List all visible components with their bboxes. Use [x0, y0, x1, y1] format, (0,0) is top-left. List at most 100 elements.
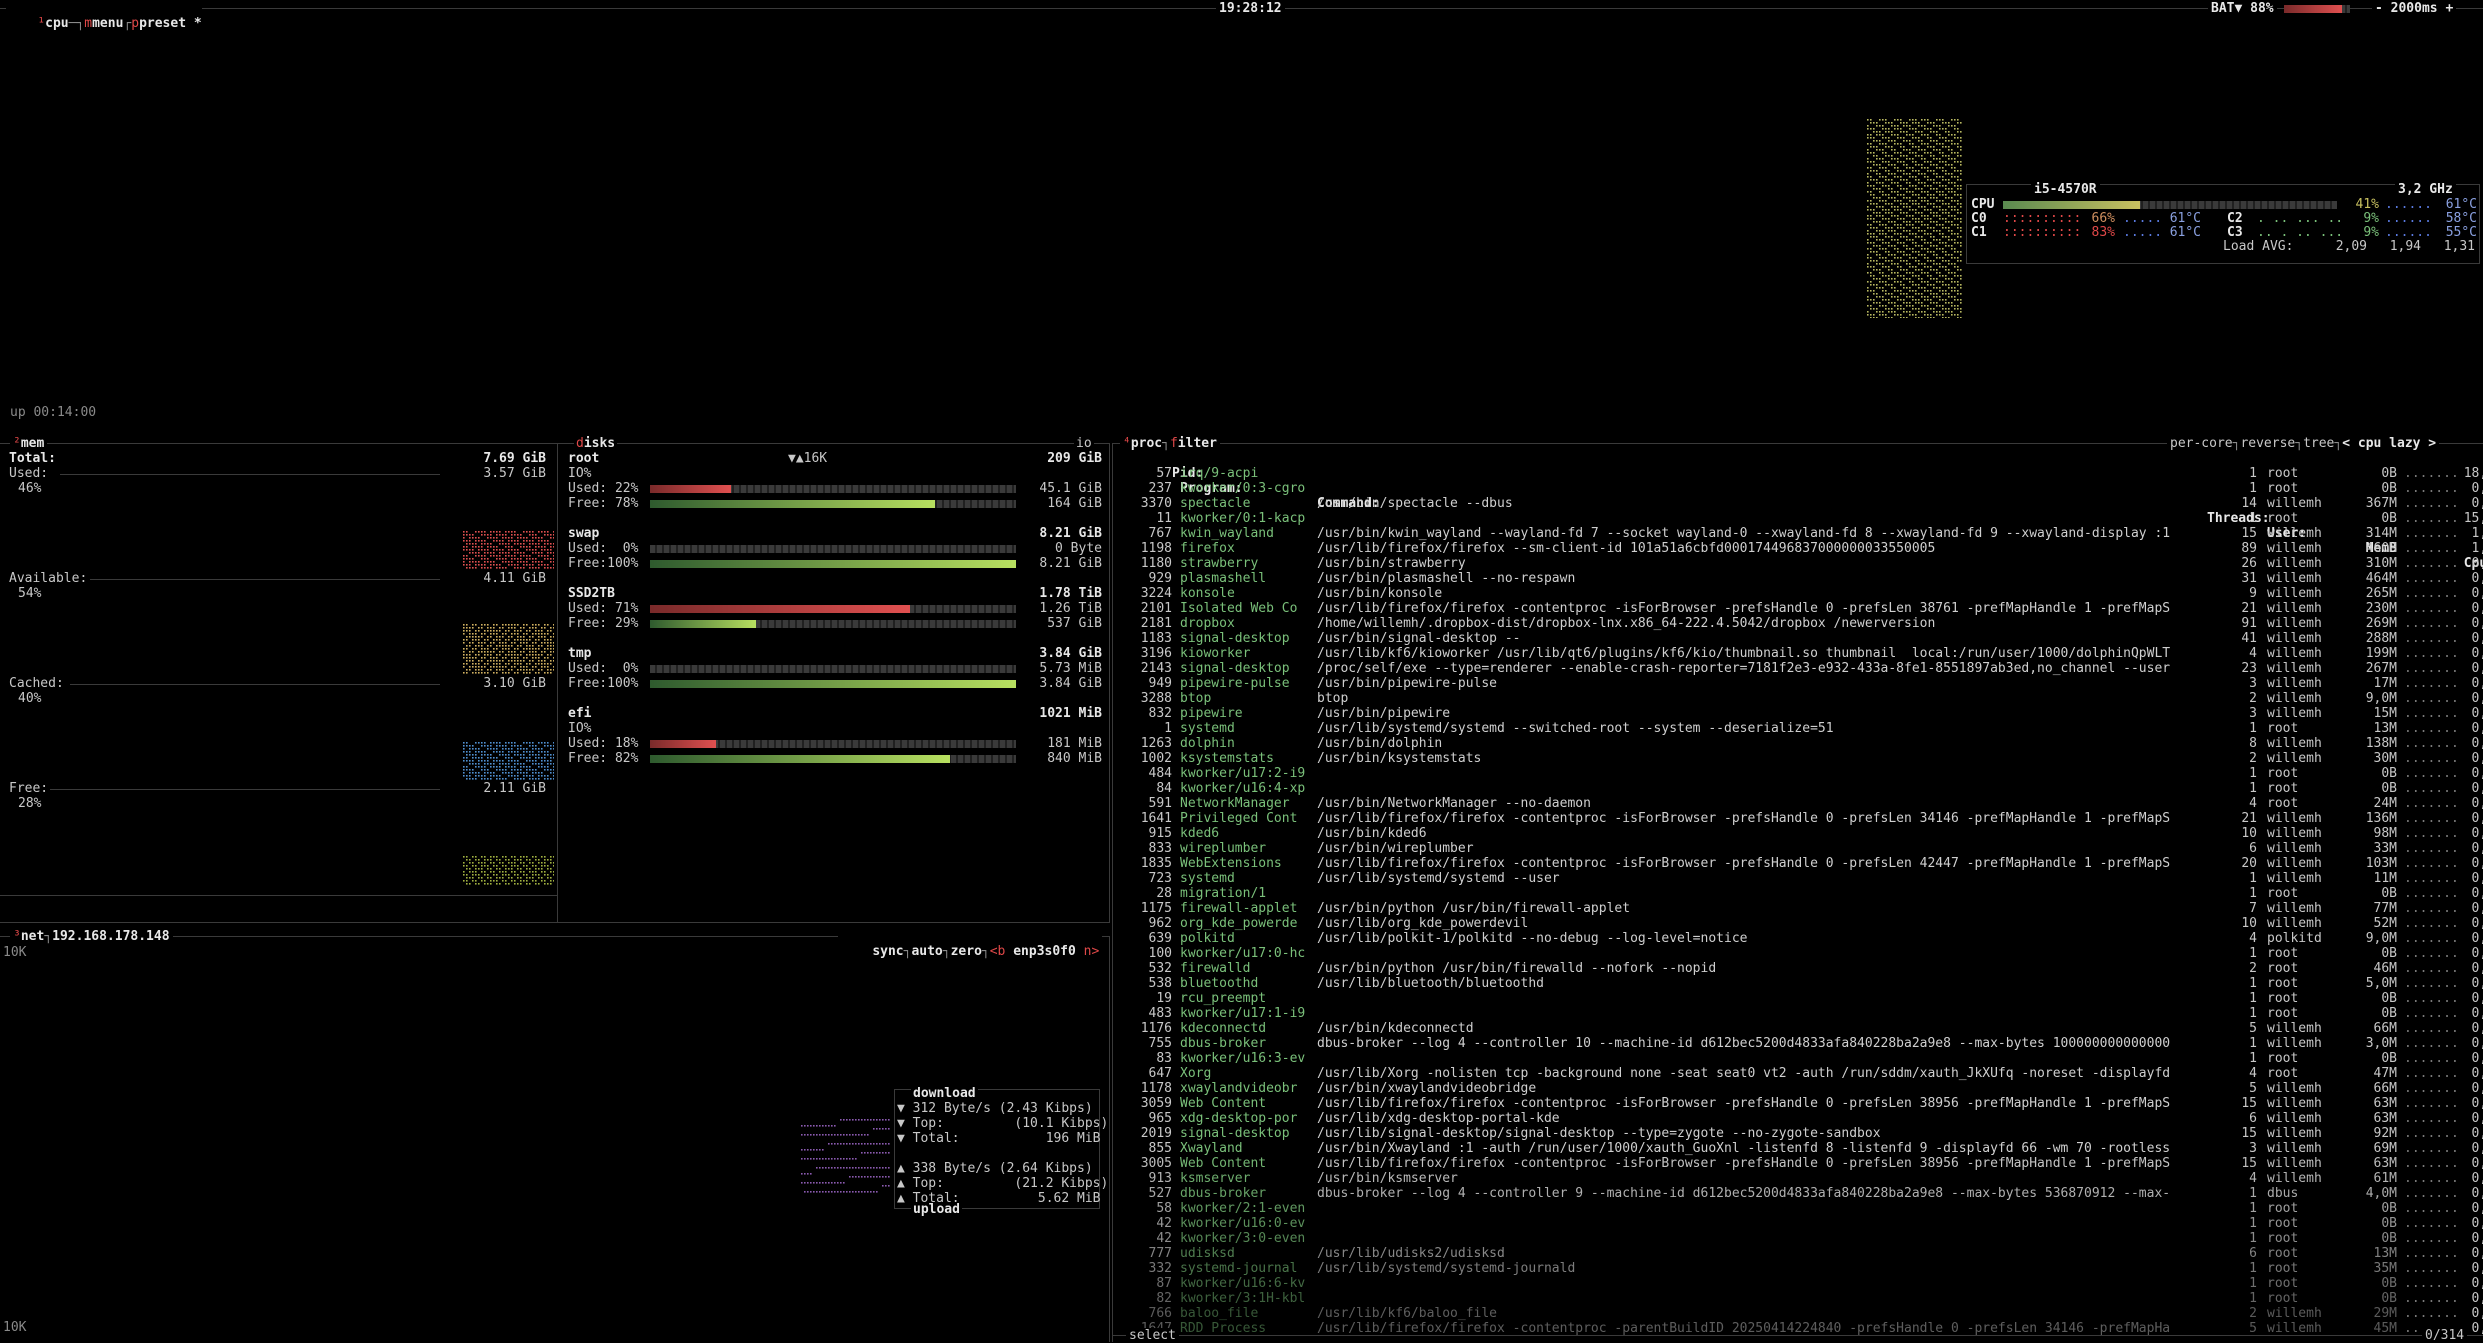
cell-command: /usr/lib/polkit-1/polkitd --no-debug --l… — [1317, 931, 1748, 946]
cell-cpu: 0,9 — [2471, 601, 2483, 616]
proc-count: 0/314 — [2422, 1328, 2468, 1343]
cell-cpu: 0,0 — [2471, 676, 2483, 691]
cell-program: bluetoothd — [1180, 976, 1259, 991]
cell-mem: 9,0M — [2365, 931, 2397, 946]
disk-used-label: Used: 22% — [568, 481, 639, 496]
disks-io-toggle[interactable]: io — [1074, 436, 1094, 451]
net-auto-button[interactable]: auto — [911, 944, 942, 959]
cpu-info-panel: i5-4570R 3,2 GHz CPU 41% ...... 61°C C0 … — [1966, 182, 2480, 264]
cell-mem: 0B — [2381, 1201, 2397, 1216]
disk-free-meter — [650, 680, 1016, 688]
mem-available-pct: 54% — [18, 586, 42, 601]
net-scale-bottom: 10K — [3, 1320, 27, 1335]
cell-user: willemh — [2267, 871, 2322, 886]
cell-program: kworker/u16:3-ev — [1180, 1051, 1306, 1066]
cell-command: /usr/lib/systemd/systemd --user — [1317, 871, 1560, 886]
core-c0-graph: :::::::::: — [2003, 211, 2082, 226]
sort-selector[interactable]: < cpu lazy > — [2342, 436, 2436, 451]
cell-pid: 2019 — [1140, 1126, 1172, 1141]
cell-command: /usr/bin/pipewire — [1317, 706, 1451, 721]
cell-program: kioworker — [1180, 646, 1251, 661]
cell-cpu-graph: ....... — [2404, 1111, 2459, 1126]
cell-cpu-graph: ....... — [2404, 526, 2459, 541]
cell-threads: 3 — [2249, 1141, 2257, 1156]
cell-cpu-graph: ....... — [2404, 796, 2459, 811]
cell-program: polkitd — [1180, 931, 1235, 946]
cell-program: kworker/u16:4-xp — [1180, 781, 1306, 796]
cell-user: willemh — [2267, 571, 2322, 586]
core-c0-temp: 61°C — [2169, 211, 2201, 226]
cell-user: polkitd — [2267, 931, 2322, 946]
cell-pid: 82 — [1156, 1291, 1172, 1306]
per-core-toggle[interactable]: per-core — [2170, 436, 2233, 451]
cell-threads: 5 — [2249, 1021, 2257, 1036]
cell-pid: 915 — [1148, 826, 1172, 841]
cell-mem: 13M — [2373, 721, 2397, 736]
tree-toggle[interactable]: tree — [2303, 436, 2334, 451]
proc-filter[interactable]: ilter — [1178, 436, 1217, 451]
cell-user: willemh — [2267, 1141, 2322, 1156]
cell-cpu: 1,5 — [2471, 526, 2483, 541]
net-prev-button[interactable]: <b — [990, 944, 1006, 959]
reverse-toggle[interactable]: reverse — [2240, 436, 2295, 451]
cell-mem: 0B — [2381, 481, 2397, 496]
cell-cpu-graph: ....... — [2404, 1186, 2459, 1201]
cell-threads: 21 — [2241, 601, 2257, 616]
cell-user: willemh — [2267, 556, 2322, 571]
cell-pid: 913 — [1148, 1171, 1172, 1186]
cell-cpu-graph: ....... — [2404, 1021, 2459, 1036]
cpu-total-temp-graph: ...... — [2385, 197, 2432, 212]
cell-threads: 1 — [2249, 1261, 2257, 1276]
disk-io-rate: ▼▲16K — [788, 451, 828, 466]
cell-user: root — [2267, 1066, 2299, 1081]
cell-cpu-graph: ....... — [2404, 586, 2459, 601]
cell-user: root — [2267, 1051, 2299, 1066]
mem-box: ²mem Total: 7.69 GiB Used: 3.57 GiB 46% … — [0, 435, 1110, 923]
cell-cpu-graph: ....... — [2404, 706, 2459, 721]
cell-pid: 3005 — [1140, 1156, 1172, 1171]
net-sync-button[interactable]: sync — [872, 944, 903, 959]
net-buttons: sync┐auto┐zero┐<b enp3s0f0 n> — [838, 929, 1103, 974]
core-c2-temp-graph: ...... — [2385, 211, 2432, 226]
cell-pid: 332 — [1148, 1261, 1172, 1276]
tab-preset[interactable]: preset * — [139, 16, 202, 31]
cell-cpu-graph: ....... — [2404, 1141, 2459, 1156]
tab-menu[interactable]: menu — [92, 16, 123, 31]
cell-cpu: 0,0 — [2471, 811, 2483, 826]
cell-cpu-graph: ....... — [2404, 496, 2459, 511]
cell-pid: 855 — [1148, 1141, 1172, 1156]
cell-command: /usr/bin/python /usr/bin/firewalld --nof… — [1317, 961, 1717, 976]
cell-mem: 269M — [2365, 616, 2397, 631]
cell-cpu: 0,0 — [2471, 886, 2483, 901]
core-c3-temp: 55°C — [2445, 225, 2477, 240]
cell-cpu-graph: ....... — [2404, 751, 2459, 766]
cell-pid: 57 — [1156, 466, 1172, 481]
cell-pid: 1835 — [1140, 856, 1172, 871]
cell-pid: 19 — [1156, 991, 1172, 1006]
core-c3-temp-graph: ...... — [2385, 225, 2432, 240]
cell-pid: 962 — [1148, 916, 1172, 931]
net-next-button[interactable]: n> — [1084, 944, 1100, 959]
cell-user: root — [2267, 946, 2299, 961]
tab-cpu[interactable]: cpu — [45, 16, 68, 31]
cell-pid: 484 — [1148, 766, 1172, 781]
core-c2-graph: . .. ... .. — [2257, 211, 2344, 226]
update-interval[interactable]: - 2000ms + — [2372, 1, 2457, 16]
cell-mem: 63M — [2373, 1156, 2397, 1171]
proc-options: per-core┐reverse┐tree┐< cpu lazy > — [2167, 436, 2440, 451]
cell-cpu-graph: ....... — [2404, 901, 2459, 916]
cell-cpu: 0,0 — [2471, 1186, 2483, 1201]
proc-select-label[interactable]: select — [1126, 1328, 1179, 1343]
net-zero-button[interactable]: zero — [951, 944, 982, 959]
cell-pid: 42 — [1156, 1216, 1172, 1231]
cell-threads: 15 — [2241, 1096, 2257, 1111]
cell-cpu-graph: ....... — [2404, 511, 2459, 526]
cell-command: /usr/bin/ksystemstats — [1317, 751, 1482, 766]
mem-used-label: Used: — [9, 466, 49, 481]
cell-user: willemh — [2267, 1126, 2322, 1141]
disk-used: 45.1 GiB — [1039, 481, 1102, 496]
cell-command: /usr/bin/spectacle --dbus — [1317, 496, 1513, 511]
cell-mem: 52M — [2373, 916, 2397, 931]
disk-used: 1.26 TiB — [1039, 601, 1102, 616]
cell-cpu: 0,0 — [2471, 1111, 2483, 1126]
